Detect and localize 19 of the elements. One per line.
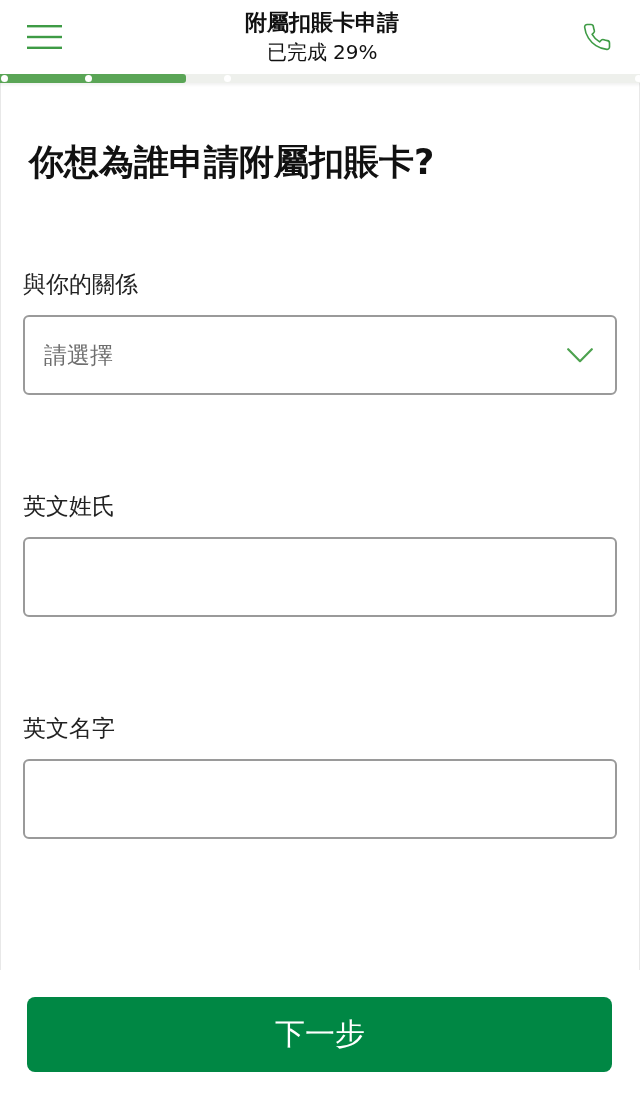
progress-text: 已完成 29%: [266, 39, 378, 66]
menu-button[interactable]: [27, 25, 62, 49]
select-placeholder: 請選擇: [44, 340, 113, 370]
phone-icon: [582, 22, 612, 52]
step-marker-icon: [1, 75, 8, 82]
next-button[interactable]: 下一步: [27, 997, 612, 1072]
menu-icon: [27, 25, 62, 49]
field-label: 與你的關係: [23, 270, 139, 299]
call-button[interactable]: [582, 22, 612, 52]
chevron-down-icon: [567, 347, 593, 363]
step-marker-icon: [85, 75, 93, 82]
input-field[interactable]: [23, 759, 617, 839]
step-marker-icon: [635, 75, 640, 82]
input-field[interactable]: [23, 537, 617, 617]
page-title: 附屬扣賬卡申請: [245, 9, 399, 37]
field-label: 英文名字: [23, 714, 116, 743]
question-heading: 你想為誰申請附屬扣賬卡?: [29, 141, 436, 184]
relationship-select[interactable]: 請選擇: [23, 315, 617, 395]
field-label: 英文姓氏: [23, 492, 116, 521]
